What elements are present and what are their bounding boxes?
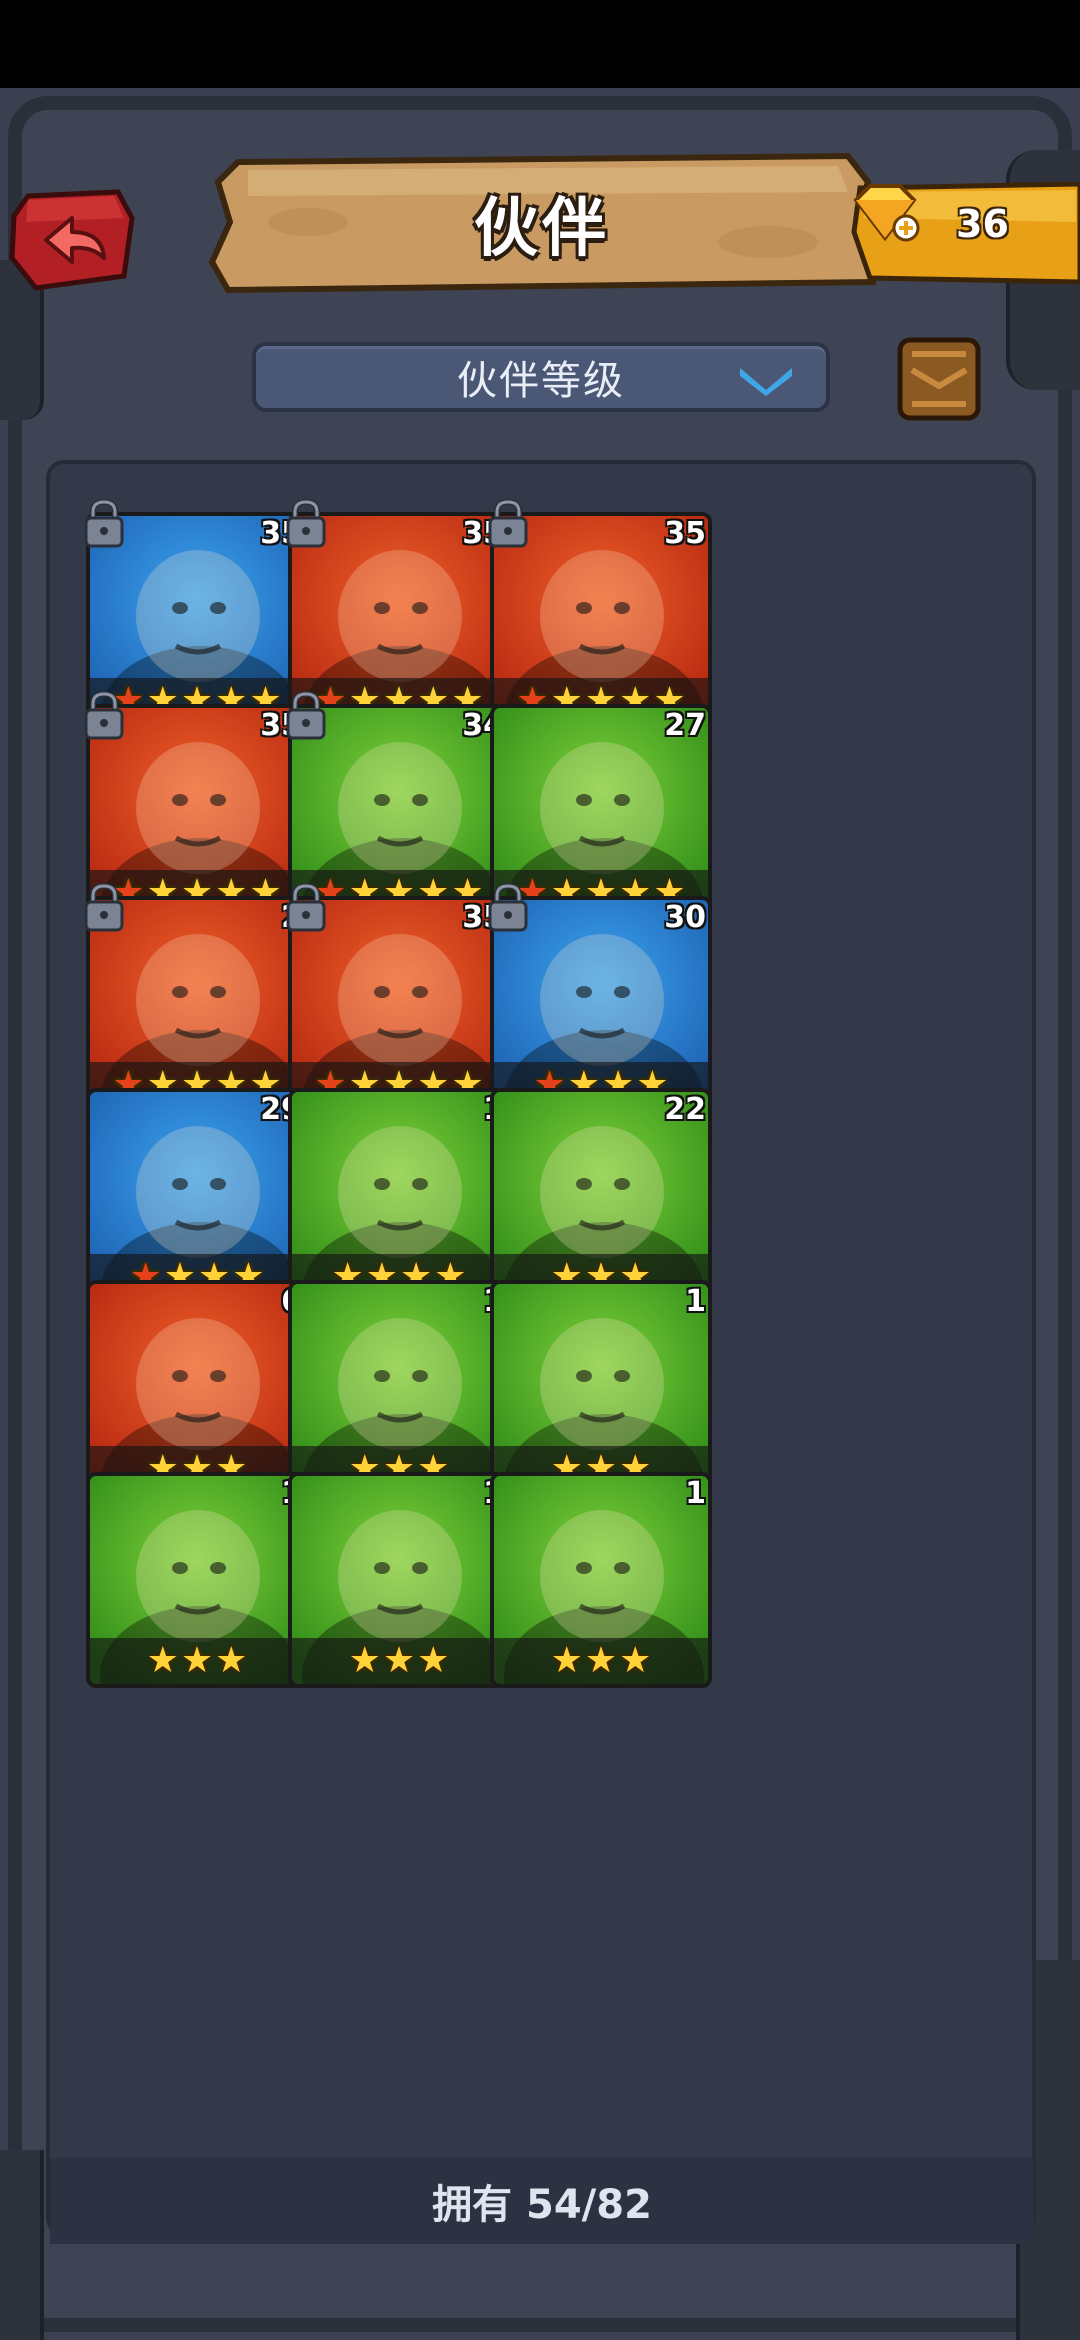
sort-label: 伙伴等级 [457,358,625,404]
owned-bar: 拥有 54/82 [50,2158,1034,2244]
star-icon: ★ [619,1640,652,1681]
star-icon: ★ [215,1640,248,1681]
star-icon: ★ [180,1640,214,1681]
partner-card[interactable]: 6 ★ ★ ★ [86,1280,308,1496]
partner-card[interactable]: 1 ★ ★ ★ [490,1472,712,1688]
lock-icon [484,882,532,934]
partner-card[interactable]: 22 ★ ★ ★ [490,1088,712,1304]
scroll-icon [897,337,981,421]
star-icon: ★ [417,1640,450,1681]
star-icon: ★ [348,1640,381,1681]
partner-card[interactable]: 1 ★ ★ ★ [288,1280,510,1496]
star-rating: ★ ★ ★ [292,1638,506,1684]
partner-card[interactable]: 2★★★★★ [84,882,308,1112]
chevron-down-icon [740,368,792,396]
sort-dropdown[interactable]: 伙伴等级 [252,342,830,412]
level-badge: 1 [685,1284,706,1319]
partner-card[interactable]: 30 ★ ★ ★ ★ [488,882,712,1112]
partner-card[interactable]: 1 ★ ★ ★ [86,1472,308,1688]
lock-icon [282,690,330,742]
gem-count: 36 [956,202,1009,246]
scroll-button[interactable] [894,334,984,424]
partner-card[interactable]: 1 ★ ★ ★ [288,1472,510,1688]
back-button[interactable] [6,188,136,292]
star-rating: ★ ★ ★ [494,1638,708,1684]
star-rating: ★ ★ ★ [90,1638,304,1684]
star-icon: ★ [550,1640,583,1681]
lock-icon [484,498,532,550]
partner-card[interactable]: 35 ★ ★ ★ ★ ★ [488,498,712,728]
level-badge: 35 [664,516,706,551]
partner-card[interactable]: 29 ★ ★ ★ ★ [86,1088,308,1304]
back-arrow-icon [9,189,135,291]
partner-list: 35 ★ ★ ★ ★ ★ 35 ★ ★ ★ ★ ★ 35 ★ ★ ★ ★ ★ 35 ★ ★ ★ ★ ★ 34 ★ ★ ★ ★ ★ 27 ★ ★ ★… [46,460,1036,2236]
star-icon: ★ [382,1640,416,1681]
lock-icon [80,882,128,934]
star-icon: ★ [146,1640,179,1681]
status-bar [0,0,1080,88]
level-badge: 27 [664,708,706,743]
owned-count: 拥有 54/82 [432,2182,652,2228]
stone-decoration [0,2150,44,2340]
lock-icon [80,498,128,550]
partner-card[interactable]: 1 ★ ★ ★ ★ [288,1088,510,1304]
gem-counter-button[interactable]: 36 [850,182,1080,286]
level-badge: 1 [685,1476,706,1511]
star-icon: ★ [584,1640,618,1681]
title-banner: 伙伴 [208,152,876,294]
diamond-plus-icon [853,184,920,242]
lock-icon [80,690,128,742]
page-title: 伙伴 [474,192,610,266]
lock-icon [282,498,330,550]
lock-icon [282,882,330,934]
partner-card[interactable]: 35 ★ ★ ★ ★ ★ [286,882,510,1112]
partner-card[interactable]: 1 ★ ★ ★ [490,1280,712,1496]
level-badge: 22 [664,1092,706,1127]
level-badge: 30 [664,900,706,935]
